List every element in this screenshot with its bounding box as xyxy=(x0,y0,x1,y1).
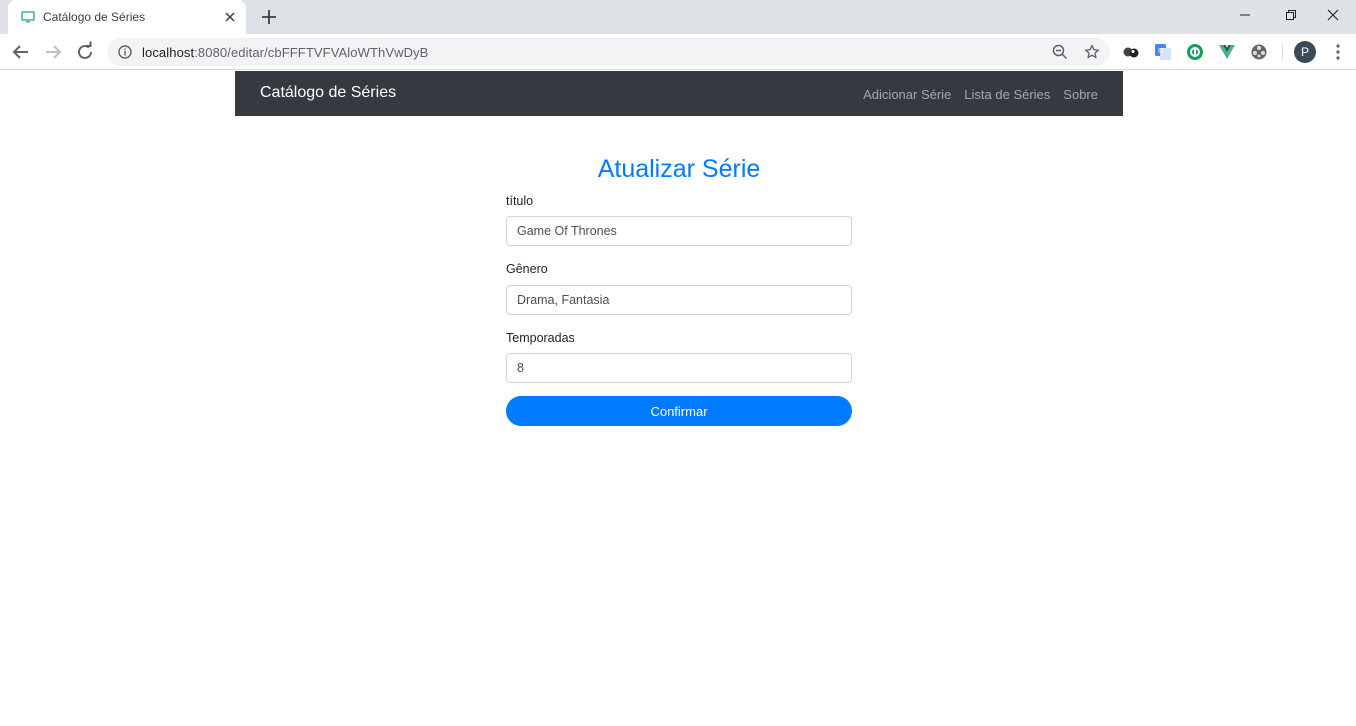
address-bar[interactable]: localhost:8080/editar/cbFFFTVFVAloWThVwD… xyxy=(107,38,1110,66)
back-icon[interactable] xyxy=(9,40,33,64)
extension-film-icon[interactable] xyxy=(1250,43,1268,61)
forward-icon[interactable] xyxy=(41,40,65,64)
nav-link-lista-de-series[interactable]: Lista de Séries xyxy=(964,87,1050,102)
genero-label: Gênero xyxy=(506,262,548,276)
reload-icon[interactable] xyxy=(73,40,97,64)
browser-tab[interactable]: Catálogo de Séries xyxy=(8,0,246,34)
profile-avatar[interactable]: P xyxy=(1294,41,1316,63)
minimize-button[interactable] xyxy=(1222,0,1268,30)
close-window-icon xyxy=(1327,9,1339,21)
toolbar-separator xyxy=(1282,44,1283,60)
nav-link-sobre[interactable]: Sobre xyxy=(1063,87,1098,102)
menu-dots-icon[interactable] xyxy=(1330,42,1346,62)
confirm-button[interactable]: Confirmar xyxy=(506,396,852,426)
star-icon[interactable] xyxy=(1084,44,1100,60)
zoom-icon[interactable] xyxy=(1052,44,1068,60)
restore-icon xyxy=(1286,10,1296,20)
nav-link-adicionar-serie[interactable]: Adicionar Série xyxy=(863,87,951,102)
url-host: localhost xyxy=(142,45,195,60)
restore-button[interactable] xyxy=(1268,0,1314,30)
svg-text:G: G xyxy=(1158,47,1163,55)
titulo-label: título xyxy=(506,194,534,208)
browser-toolbar: localhost:8080/editar/cbFFFTVFVAloWThVwD… xyxy=(0,34,1356,70)
browser-tabstrip: Catálogo de Séries xyxy=(0,0,1356,34)
url-path: :8080/editar/cbFFFTVFVAloWThVwDyB xyxy=(194,45,429,60)
page-title: Atualizar Série xyxy=(597,155,761,183)
genero-input[interactable] xyxy=(506,285,852,315)
close-icon[interactable] xyxy=(222,9,238,25)
info-icon[interactable] xyxy=(118,45,132,59)
temporadas-input[interactable] xyxy=(506,353,852,383)
plus-icon[interactable] xyxy=(259,7,279,27)
vue-devtools-icon[interactable] xyxy=(1218,43,1236,61)
site-navbar: Catálogo de Séries Adicionar Série Lista… xyxy=(235,71,1123,116)
extension-icon[interactable] xyxy=(1122,43,1140,61)
titulo-input[interactable] xyxy=(506,216,852,246)
monitor-favicon-icon xyxy=(21,11,35,23)
extension-green-icon[interactable] xyxy=(1186,43,1204,61)
translate-icon[interactable]: G xyxy=(1154,43,1172,61)
close-window-button[interactable] xyxy=(1310,0,1356,30)
navbar-brand[interactable]: Catálogo de Séries xyxy=(260,84,396,102)
temporadas-label: Temporadas xyxy=(506,331,575,345)
minimize-icon xyxy=(1240,14,1250,16)
navbar-links: Adicionar Série Lista de Séries Sobre xyxy=(863,87,1098,102)
tab-title: Catálogo de Séries xyxy=(43,10,146,24)
url-text[interactable]: localhost:8080/editar/cbFFFTVFVAloWThVwD… xyxy=(142,45,428,60)
